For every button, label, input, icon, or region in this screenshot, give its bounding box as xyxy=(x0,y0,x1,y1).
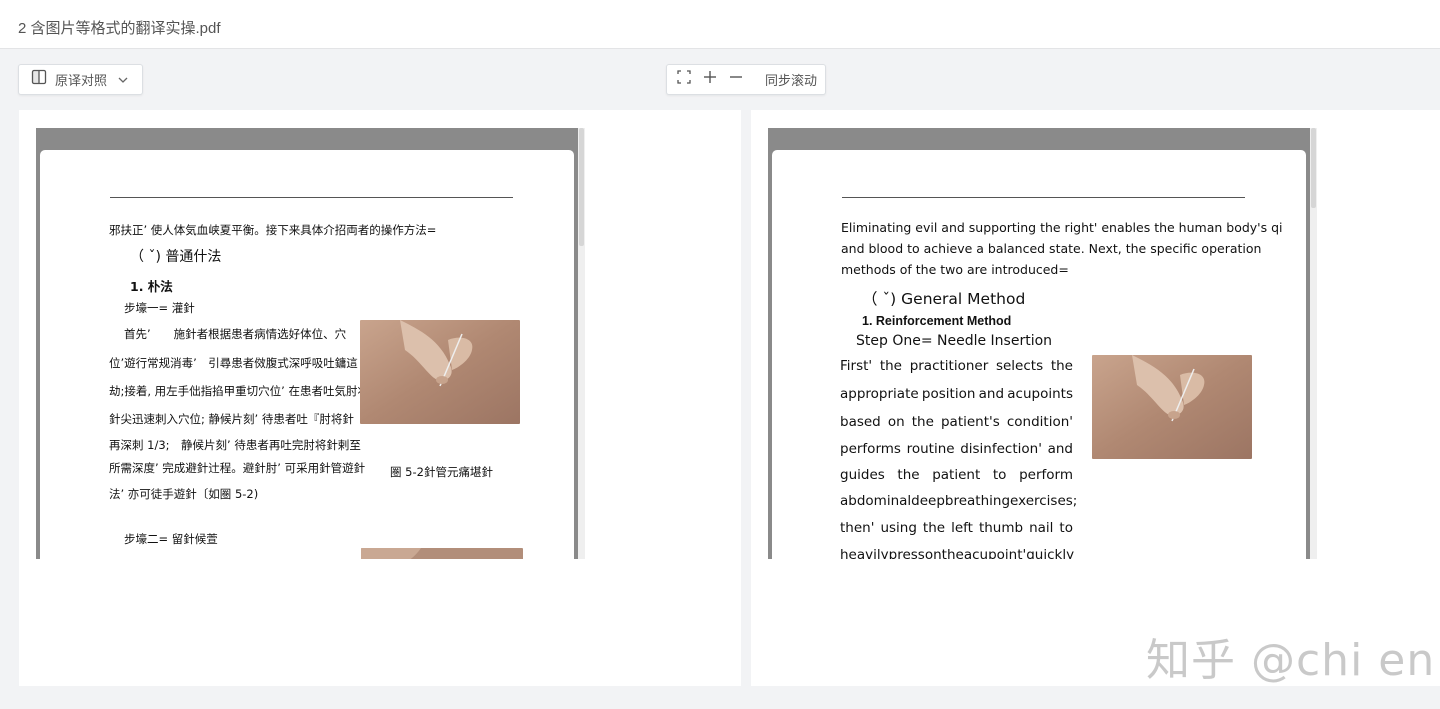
zoom-out-icon xyxy=(729,70,743,89)
paragraph-line: 再深刺 1/3; 静候片刻’ 待患者再吐完肘将針剌至 xyxy=(109,438,361,452)
title-bar: 2 含图片等格式的翻译实操.pdf xyxy=(0,0,1440,49)
paragraph-word: left xyxy=(951,520,973,536)
watermark: 知乎 @chi en xyxy=(1146,635,1436,686)
translated-pdf-page: Eliminating evil and supporting the righ… xyxy=(772,150,1306,559)
paragraph-line: appropriate position and acupoints xyxy=(840,386,1073,402)
step-one-label: Step One= Needle Insertion xyxy=(856,333,1053,349)
paragraph-word: the xyxy=(897,467,920,483)
zoom-out-button[interactable] xyxy=(723,65,749,95)
header-rule xyxy=(842,197,1245,198)
figure-caption: 圏 5-2針管元痛堪針 xyxy=(390,465,493,479)
paragraph-word: appropriate xyxy=(840,386,919,402)
paragraph-word: the xyxy=(922,520,946,536)
paragraph-word: condition' xyxy=(1006,414,1073,430)
translated-document-panel: Eliminating evil and supporting the righ… xyxy=(751,110,1440,686)
step-one-label: 步壕一= 灌針 xyxy=(124,301,195,315)
paragraph-line: then' using the left thumb nail to xyxy=(840,520,1073,536)
paragraph-word: patient's xyxy=(940,414,1000,430)
paragraph-line: abdominal deep breathing exercises; xyxy=(840,493,1077,509)
paragraph-line: 位’遊行常规消毒’ 引尋患者傚腹式深呼吸吐鏞這 xyxy=(109,356,358,370)
paragraph-line: 劫;接着, 用左手㑁指掐甲重切穴位’ 在患者吐気肘将 xyxy=(109,384,369,398)
scrollbar-thumb[interactable] xyxy=(1311,128,1316,208)
paragraph-word: thumb xyxy=(978,520,1024,536)
document-title: 2 含图片等格式的翻译实操.pdf xyxy=(18,20,221,37)
original-document-panel: 邪扶正’ 使人体気血峡夏平衡。接下来具体介招両者的操作方法= （ ˇ) 普通什法… xyxy=(19,110,741,686)
intro-line: Eliminating evil and supporting the righ… xyxy=(841,220,1283,235)
chevron-down-icon xyxy=(117,73,129,91)
acupuncture-photo xyxy=(1092,355,1252,459)
intro-line: and blood to achieve a balanced state. N… xyxy=(841,241,1262,256)
paragraph-word: and xyxy=(1047,441,1073,457)
paragraph-word: and xyxy=(978,386,1005,402)
step-two-label: 步壕二= 留針候萱 xyxy=(124,532,218,546)
paragraph-word: perform xyxy=(1019,467,1073,483)
paragraph-word: quickly xyxy=(1026,547,1075,559)
fit-screen-icon xyxy=(677,70,691,89)
paragraph-word: abdominal xyxy=(840,493,912,509)
paragraph-word: guides xyxy=(840,467,885,483)
paragraph-word: the xyxy=(1050,358,1073,374)
original-pdf-viewer[interactable]: 邪扶正’ 使人体気血峡夏平衡。接下来具体介招両者的操作方法= （ ˇ) 普通什法… xyxy=(36,128,578,559)
paragraph-line: 首先’ 施針者根据患者病情选好体位、穴 xyxy=(124,327,347,341)
paragraph-word: the xyxy=(941,547,964,559)
paragraph-word: the xyxy=(911,414,934,430)
method-heading: 1. Reinforcement Method xyxy=(862,314,1012,328)
paragraph-word: breathing xyxy=(944,493,1011,509)
intro-line: methods of the two are introduced= xyxy=(841,262,1069,277)
paragraph-line: heavily press on the acupoint' quickly xyxy=(840,547,1075,559)
paragraph-word: deep xyxy=(911,493,945,509)
paragraph-line: performs routine disinfection' and xyxy=(840,441,1073,457)
fit-screen-button[interactable] xyxy=(671,65,697,95)
paragraph-word: exercises; xyxy=(1010,493,1078,509)
paragraph-word: press xyxy=(888,547,925,559)
intro-text: 邪扶正’ 使人体気血峡夏平衡。接下来具体介招両者的操作方法= xyxy=(109,223,437,237)
section-title: （ ˇ) General Method xyxy=(862,290,1026,308)
method-heading: 1. 朴法 xyxy=(130,279,173,294)
paragraph-word: First' xyxy=(840,358,873,374)
original-pdf-page: 邪扶正’ 使人体気血峡夏平衡。接下来具体介招両者的操作方法= （ ˇ) 普通什法… xyxy=(40,150,574,559)
scrollbar-thumb[interactable] xyxy=(579,128,584,246)
paragraph-line: First' the practitioner selects the xyxy=(840,358,1073,374)
original-scrollbar[interactable] xyxy=(578,128,585,559)
paragraph-line: 法’ 亦可徒手遊針〔如圏 5-2) xyxy=(109,487,259,501)
view-mode-label: 原译对照 xyxy=(55,73,108,88)
split-view-icon xyxy=(31,69,47,90)
paragraph-word: patient xyxy=(932,467,981,483)
paragraph-word: acupoint' xyxy=(963,547,1027,559)
viewer-toolbar: 同步滚动 xyxy=(666,64,826,95)
paragraph-word: to xyxy=(992,467,1007,483)
translated-pdf-viewer[interactable]: Eliminating evil and supporting the righ… xyxy=(768,128,1310,559)
paragraph-word: performs xyxy=(840,441,901,457)
paragraph-word: disinfection' xyxy=(960,441,1042,457)
acupuncture-photo-2 xyxy=(361,548,523,559)
acupuncture-photo xyxy=(360,320,520,424)
paragraph-word: practitioner xyxy=(909,358,989,374)
paragraph-line: guides the patient to perform xyxy=(840,467,1073,483)
paragraph-word: then' xyxy=(840,520,875,536)
paragraph-word: the xyxy=(879,358,902,374)
paragraph-word: nail xyxy=(1029,520,1054,536)
paragraph-word: position xyxy=(921,386,976,402)
paragraph-word: heavily xyxy=(840,547,889,559)
paragraph-word: selects xyxy=(995,358,1044,374)
paragraph-word: to xyxy=(1059,520,1073,536)
paragraph-word: using xyxy=(880,520,917,536)
paragraph-line: based on the patient's condition' xyxy=(840,414,1073,430)
paragraph-line: 針尖迅速刺入穴位; 静候片刻’ 待患者吐『肘将針 xyxy=(109,412,354,426)
paragraph-line: 所需深度’ 完成避針辻程。避針肘’ 可采用針管遊針 xyxy=(109,461,366,475)
header-rule xyxy=(110,197,513,198)
translated-scrollbar[interactable] xyxy=(1310,128,1317,559)
zoom-in-icon xyxy=(703,70,717,89)
paragraph-word: on xyxy=(887,414,905,430)
zoom-in-button[interactable] xyxy=(697,65,723,95)
paragraph-word: based xyxy=(840,414,881,430)
paragraph-word: acupoints xyxy=(1007,386,1073,402)
section-title: （ ˇ) 普通什法 xyxy=(130,249,222,265)
sync-scroll-toggle[interactable]: 同步滚动 xyxy=(765,70,817,89)
paragraph-word: on xyxy=(924,547,942,559)
paragraph-word: routine xyxy=(906,441,955,457)
view-mode-dropdown[interactable]: 原译对照 xyxy=(18,64,143,95)
